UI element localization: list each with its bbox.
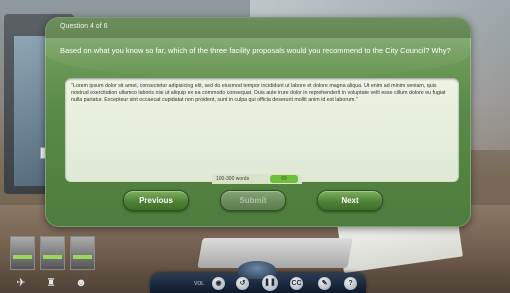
pencil-icon[interactable]: ✎ (318, 277, 331, 290)
closed-captions-icon[interactable]: CC (290, 277, 303, 290)
question-prompt: Based on what you know so far, which of … (60, 46, 451, 55)
answer-text[interactable]: "Lorem ipsum dolor sit amet, consectetur… (71, 83, 451, 104)
question-dialog: Question 4 of 6 Based on what you know s… (45, 17, 471, 227)
speaker-icon[interactable]: ◉ (212, 277, 225, 290)
question-counter: Question 4 of 6 (60, 23, 108, 30)
thumbnail-indicator (13, 255, 32, 259)
help-icon[interactable]: ? (344, 277, 357, 290)
submit-button[interactable]: Submit (220, 190, 286, 211)
thumbnail-indicator (43, 255, 62, 259)
volume-label: VOL (194, 281, 205, 287)
word-count-value: 69 (270, 175, 298, 183)
bird-icon[interactable]: ✈ (10, 276, 32, 290)
thumbnail-3[interactable] (70, 236, 95, 270)
rewind-icon[interactable]: ↺ (236, 277, 249, 290)
keyboard (197, 238, 353, 268)
thumbnail-2[interactable] (40, 236, 65, 270)
dialog-header: Question 4 of 6 (45, 17, 471, 38)
word-count-bar: 100-300 words 69 (212, 174, 302, 184)
word-count-label: 100-300 words (216, 176, 250, 182)
thumbnail-1[interactable] (10, 236, 35, 270)
answer-textarea[interactable]: "Lorem ipsum dolor sit amet, consectetur… (65, 78, 459, 182)
previous-button[interactable]: Previous (123, 190, 189, 211)
next-button[interactable]: Next (317, 190, 383, 211)
thumbnail-indicator (73, 255, 92, 259)
people-icon[interactable]: ☻ (70, 276, 92, 290)
money-bag-icon[interactable]: ♜ (40, 276, 62, 290)
pause-icon[interactable]: ❚❚ (262, 275, 278, 291)
